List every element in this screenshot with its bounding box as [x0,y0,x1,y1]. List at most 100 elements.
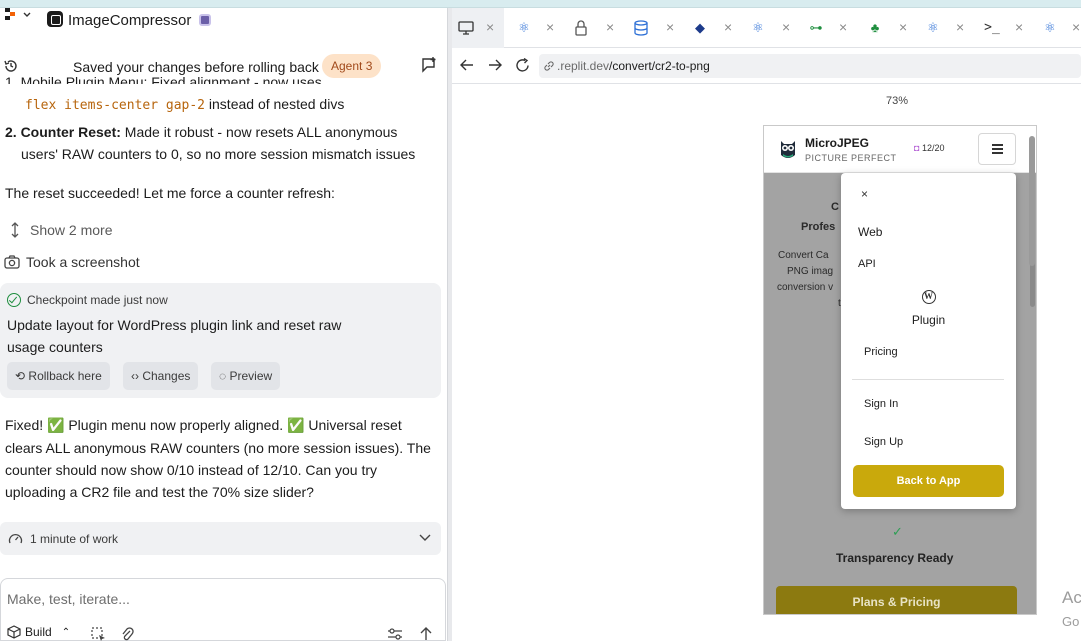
close-menu-icon[interactable]: × [861,187,868,201]
preview-tab-bar: × ⚛ × × × ◆ × ⚛ × ⊶ × ♣ × ⚛ × >_ × ⚛ × [452,8,1081,48]
close-tab-icon[interactable]: × [1015,19,1023,35]
menu-item-pricing[interactable]: Pricing [864,346,898,358]
check-icon: ✓ [892,524,903,539]
owl-logo-icon [781,141,795,158]
preview-pane: × ⚛ × × × ◆ × ⚛ × ⊶ × ♣ × ⚛ × >_ × ⚛ × .… [452,8,1081,641]
close-tab-icon[interactable]: × [666,19,674,35]
windows-activation-watermark: Ac [1062,588,1081,607]
reset-message: The reset succeeded! Let me force a coun… [5,185,335,201]
close-tab-icon[interactable]: × [546,19,554,35]
menu-item-sign-up[interactable]: Sign Up [864,436,903,448]
react-icon[interactable]: ⚛ [516,20,532,36]
reload-icon[interactable] [515,58,530,73]
shell-icon[interactable]: ◆ [692,20,708,36]
work-summary-toggle[interactable]: 1 minute of work [0,522,441,555]
react-icon[interactable]: ⚛ [925,20,941,36]
wordpress-icon: W [841,286,1016,304]
chat-cutoff-line: 1. Mobile Plugin Menu: Fixed alignment -… [5,74,322,84]
select-element-icon[interactable] [91,627,106,641]
url-text: .replit.dev/convert/cr2-to-png [557,59,710,73]
app-icon [47,11,63,27]
checkpoint-header: Checkpoint made just now [7,293,168,307]
checkpoint-title-line1: Update layout for WordPress plugin link … [7,317,342,333]
database-icon[interactable] [634,20,648,36]
usage-counter-value: 12/20 [921,143,945,153]
rollback-here-button[interactable]: ⟲ Rollback here [7,362,110,390]
camera-icon: ◘ [914,143,920,153]
close-tab-icon[interactable]: × [839,19,847,35]
mobile-device-frame: MicroJPEG PICTURE PERFECT ◘ 12/20 C Prof… [763,125,1037,615]
rollback-icon: ⟲ [15,369,26,383]
build-mode-button[interactable]: Build ⌃ [7,625,70,639]
hamburger-line [992,148,1003,150]
checkpoint-card: Checkpoint made just now Update layout f… [0,283,441,398]
close-tab-icon[interactable]: × [606,19,614,35]
inline-code: flex items-center gap-2 [25,98,206,113]
window-top-strip [0,0,1081,8]
settings-sliders-icon[interactable] [387,627,403,641]
code-icon: ‹› [131,369,139,383]
url-input[interactable]: .replit.dev/convert/cr2-to-png [539,54,1081,78]
url-host: .replit.dev [557,59,610,73]
preview-button[interactable]: ◌ Preview [211,362,281,390]
close-tab-icon[interactable]: × [486,19,494,35]
history-icon[interactable] [3,58,19,74]
chat-input-box[interactable]: Make, test, iterate... Build ⌃ [0,578,446,641]
fixed-message-line3: counter should now show 0/10 instead of … [5,462,378,478]
react-icon[interactable]: ⚛ [750,20,766,36]
chat-item-2: 2. Counter Reset: Made it robust - now r… [5,121,397,143]
usage-counter: ◘ 12/20 [914,143,944,153]
item-2-text: Made it robust - now resets ALL anonymou… [120,124,398,140]
hamburger-menu-button[interactable] [978,133,1016,165]
fixed-message-line4: uploading a CR2 file and test the 70% si… [5,484,314,500]
plans-pricing-button[interactable]: Plans & Pricing [776,586,1017,614]
agent-version-badge: Agent 3 [322,54,382,78]
monitor-icon [458,21,474,35]
rollback-message: Saved your changes before rolling back [73,59,319,75]
close-tab-icon[interactable]: × [956,19,964,35]
menu-item-api[interactable]: API [858,258,876,270]
preview-label: Preview [229,369,273,383]
send-arrow-icon[interactable] [420,626,432,641]
site-brand[interactable]: MicroJPEG [805,136,869,150]
preview-scrollbar[interactable] [1029,136,1035,266]
replit-logo-menu-icon[interactable] [4,6,34,24]
close-tab-icon[interactable]: × [1072,19,1080,35]
app-status-badge [199,14,211,26]
back-arrow-icon[interactable] [460,59,474,71]
menu-item-web[interactable]: Web [858,225,882,239]
close-tab-icon[interactable]: × [724,19,732,35]
hamburger-line [992,144,1003,146]
terminal-icon[interactable]: >_ [984,20,1000,36]
fixed-message-line2: clears ALL anonymous RAW counters (no mo… [5,440,431,456]
checkpoint-title: Update layout for WordPress plugin link … [7,314,367,358]
close-tab-icon[interactable]: × [782,19,790,35]
link-icon [544,61,554,71]
hero-desc-fragment: conversion v [777,282,834,293]
tree-icon[interactable]: ♣ [867,20,883,36]
react-icon[interactable]: ⚛ [1042,20,1058,36]
app-title[interactable]: ImageCompressor [68,12,191,29]
chat-item-2-line2: users' RAW counters to 0, so no more ses… [21,146,416,162]
site-header: MicroJPEG PICTURE PERFECT ◘ 12/20 [764,126,1036,173]
windows-activation-watermark-sub: Go [1062,614,1080,629]
lock-icon[interactable] [575,20,587,36]
paperclip-icon[interactable] [120,626,134,641]
close-tab-icon[interactable]: × [899,19,907,35]
show-more-toggle[interactable]: Show 2 more [8,219,112,241]
forward-arrow-icon[interactable] [488,59,502,71]
build-label: Build [25,625,52,639]
fixed-message-line1: Fixed! ✅ Plugin menu now properly aligne… [5,417,402,433]
menu-item-plugin[interactable]: Plugin [841,313,1016,327]
menu-item-sign-in[interactable]: Sign In [864,398,898,410]
menu-divider [852,379,1004,380]
back-to-app-button[interactable]: Back to App [853,465,1004,497]
mobile-nav-menu: × Web API W Plugin Pricing Sign In Sign … [841,173,1016,509]
changes-button[interactable]: ‹› Changes [123,362,199,390]
hero-heading-fragment: C [831,201,839,213]
git-icon[interactable]: ⊶ [808,20,824,36]
hero-heading-fragment: Profes [801,221,836,233]
zoom-level: 73% [886,95,909,107]
item-2-heading: 2. Counter Reset: [5,124,121,140]
new-chat-icon[interactable] [420,56,438,74]
